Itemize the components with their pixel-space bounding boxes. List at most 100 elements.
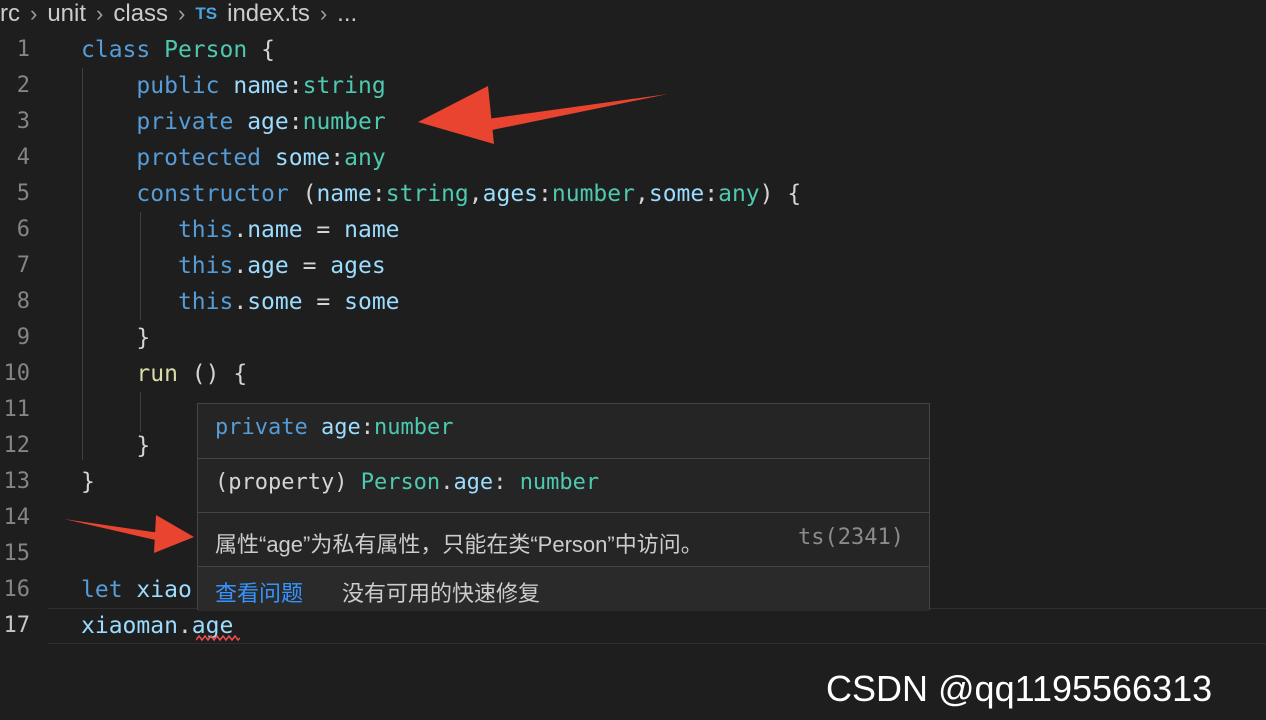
line-number: 6 (16, 217, 30, 242)
chevron-right-icon: › (96, 1, 104, 26)
code-token: this (177, 289, 234, 315)
code-token: : (288, 109, 303, 135)
code-token: number (551, 181, 635, 207)
hover-property-info: (property) Person.age: number (198, 458, 929, 513)
code-line[interactable]: 7 this.age = ages (0, 248, 1266, 284)
annotation-arrow (64, 515, 194, 553)
annotation-arrow (418, 86, 668, 144)
code-token: run (136, 361, 178, 387)
chevron-right-icon: › (30, 1, 38, 26)
no-quick-fix-label: 没有可用的快速修复 (342, 581, 541, 606)
hover-token: . (440, 470, 454, 495)
line-number: 3 (16, 109, 30, 134)
code-token: some (648, 181, 705, 207)
code-token: . (233, 289, 248, 315)
breadcrumb-item-src[interactable]: rc (0, 0, 20, 28)
hover-token: private (215, 415, 308, 440)
code-token: } (136, 325, 151, 351)
code-token: public (136, 73, 220, 99)
chevron-right-icon: › (319, 1, 328, 26)
code-line[interactable]: 9 } (0, 320, 1266, 356)
breadcrumb-item-class[interactable]: class (113, 0, 168, 28)
code-token: private (136, 109, 234, 135)
typescript-file-icon: TS (195, 4, 218, 23)
code-token: , (468, 181, 483, 207)
hover-error: 属性“age”为私有属性，只能在类“Person”中访问。 ts(2341) (198, 512, 929, 567)
line-number: 14 (3, 505, 31, 530)
code-token: constructor (136, 181, 289, 207)
code-token: . (233, 217, 248, 243)
line-number: 4 (16, 145, 30, 170)
error-squiggle (196, 634, 240, 642)
breadcrumb-item-unit[interactable]: unit (47, 0, 86, 28)
code-token: xiao (136, 577, 192, 603)
hover-actions: 查看问题 没有可用的快速修复 (198, 566, 929, 611)
code-line[interactable]: 6 this.name = name (0, 212, 1266, 248)
code-token: protected (136, 145, 262, 171)
hover-tooltip: private age:number (property) Person.age… (197, 403, 930, 611)
code-token: , (634, 181, 649, 207)
code-token: age (247, 253, 289, 279)
hover-token: Person (360, 470, 441, 495)
code-token: ) { (759, 181, 802, 207)
code-token: this (177, 217, 234, 243)
code-token: . (177, 613, 192, 639)
view-problem-link[interactable]: 查看问题 (215, 576, 303, 608)
code-token: any (344, 145, 386, 171)
code-token: any (718, 181, 760, 207)
code-token: { (261, 37, 275, 63)
line-number: 2 (16, 73, 30, 98)
code-token: : (538, 181, 552, 207)
code-token: = (302, 217, 345, 243)
line-number: 16 (3, 577, 31, 602)
code-token: ( (302, 181, 317, 207)
code-token: : (704, 181, 719, 207)
hover-token: : (360, 415, 374, 440)
code-token: : (371, 181, 386, 207)
code-token: ages (330, 253, 386, 279)
code-line[interactable]: 8 this.some = some (0, 284, 1266, 320)
breadcrumb-item-more[interactable]: ... (337, 0, 357, 28)
chevron-right-icon: › (178, 1, 186, 26)
code-token: () { (177, 361, 248, 387)
line-number: 5 (16, 181, 30, 206)
hover-token: (property) (215, 470, 348, 495)
code-token: = (288, 253, 331, 279)
code-token: let (81, 577, 123, 603)
code-token: name (247, 217, 303, 243)
code-token: name (233, 73, 289, 99)
line-number: 8 (16, 289, 30, 314)
breadcrumb: rc › unit › class › TS index.ts › ... (0, 0, 1266, 28)
line-number: 9 (16, 325, 30, 350)
line-number: 7 (16, 253, 30, 278)
breadcrumb-item-file[interactable]: index.ts (227, 0, 310, 28)
hover-signature: private age:number (198, 404, 929, 458)
hover-token: : (493, 470, 507, 495)
code-token: Person (164, 37, 248, 63)
line-number: 12 (3, 433, 31, 458)
line-number: 11 (3, 397, 31, 422)
hover-token: number (519, 470, 600, 495)
code-line[interactable]: 10 run () { (0, 356, 1266, 392)
code-token: some (247, 289, 303, 315)
line-number: 10 (3, 361, 31, 386)
hover-token: age (453, 470, 494, 495)
code-token: string (302, 73, 386, 99)
error-message: 属性“age”为私有属性，只能在类“Person”中访问。 (215, 532, 703, 557)
hover-token: age (320, 415, 361, 440)
code-token: . (233, 253, 248, 279)
code-line[interactable]: 5 constructor (name:string,ages:number,s… (0, 176, 1266, 212)
code-token: name (316, 181, 372, 207)
code-token: age (247, 109, 289, 135)
code-token: this (177, 253, 234, 279)
error-code: ts(2341) (798, 525, 904, 550)
line-number: 13 (3, 469, 31, 494)
code-line[interactable]: 1 class Person { (0, 32, 1266, 68)
code-line-active[interactable]: 17 xiaoman.age (0, 608, 1266, 644)
code-token: some (274, 145, 331, 171)
code-token: } (136, 433, 151, 459)
code-token: = (302, 289, 345, 315)
line-number: 1 (16, 37, 30, 62)
line-number: 15 (3, 541, 31, 566)
watermark: CSDN @qq1195566313 (826, 668, 1213, 709)
